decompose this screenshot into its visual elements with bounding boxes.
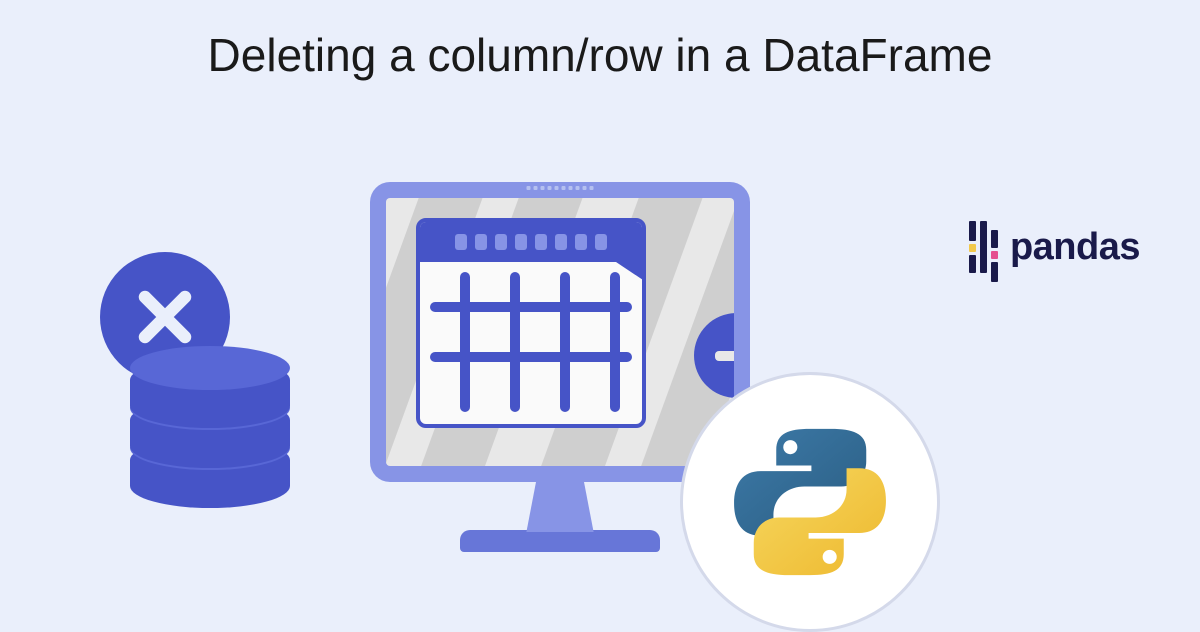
database-icon: [130, 342, 290, 522]
pandas-logo-text: pandas: [1010, 226, 1140, 269]
python-logo-icon: [720, 412, 900, 592]
page-title: Deleting a column/row in a DataFrame: [0, 0, 1200, 82]
grid-icon: [416, 218, 646, 428]
illustration-container: pandas: [0, 82, 1200, 582]
pandas-logo: pandas: [969, 212, 1140, 282]
pandas-logo-icon: [969, 212, 998, 282]
python-logo-badge: [680, 372, 940, 632]
database-delete-group: [130, 342, 290, 522]
